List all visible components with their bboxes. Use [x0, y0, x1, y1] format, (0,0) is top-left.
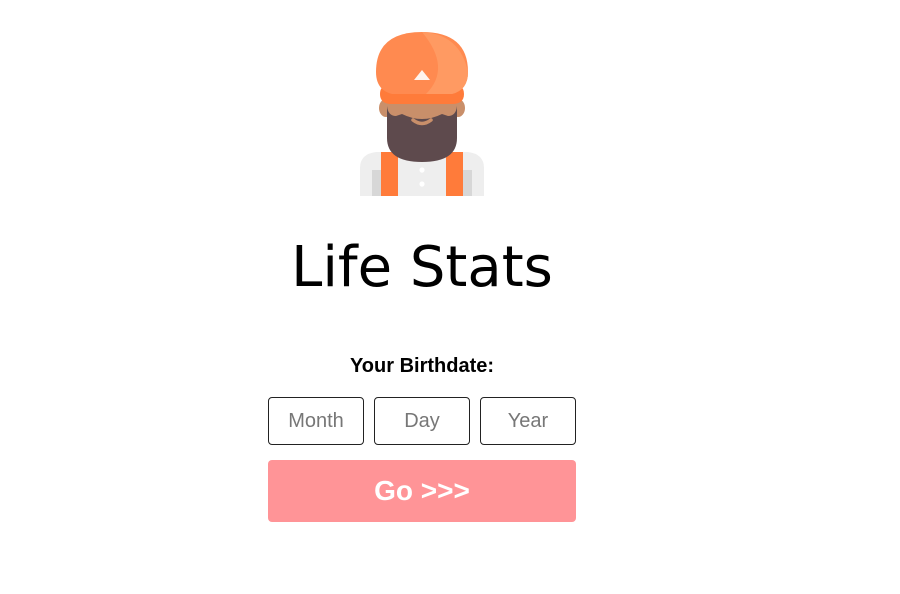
- birthdate-label: Your Birthdate:: [349, 355, 495, 377]
- year-input[interactable]: [480, 397, 576, 445]
- birthdate-inputs: [268, 397, 576, 445]
- go-button[interactable]: Go >>>: [268, 460, 576, 522]
- month-input[interactable]: [268, 397, 364, 445]
- page-title: Life Stats: [291, 235, 553, 300]
- day-input[interactable]: [374, 397, 470, 445]
- turban-man-icon: [360, 32, 484, 196]
- life-stats-page: Life Stats Your Birthdate: Go >>>: [0, 0, 900, 594]
